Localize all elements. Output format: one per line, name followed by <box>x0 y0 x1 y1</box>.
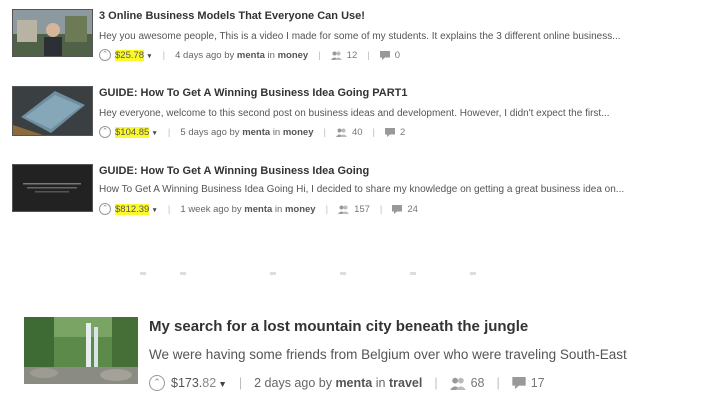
comments-number: 0 <box>394 49 401 61</box>
people-icon <box>338 205 350 214</box>
payout-value: $104.85 <box>115 126 150 138</box>
author-link[interactable]: menta <box>242 127 270 138</box>
divider: | <box>162 49 166 61</box>
divider: | <box>318 49 321 61</box>
thumbnail-image <box>13 10 92 56</box>
caret-down-icon[interactable]: ▼ <box>151 207 158 214</box>
comments-count[interactable]: 2 <box>385 127 405 138</box>
category-link[interactable]: money <box>285 204 316 215</box>
comment-icon <box>379 50 390 60</box>
divider: | <box>167 203 171 215</box>
post-item: GUIDE: How To Get A Winning Business Ide… <box>0 78 719 148</box>
in-label: in <box>272 126 281 138</box>
divider: | <box>379 203 383 215</box>
post-age: 2 days ago by <box>254 376 332 390</box>
post-thumbnail[interactable] <box>12 9 93 57</box>
comment-icon <box>512 377 526 389</box>
post-excerpt[interactable]: Hey you awesome people, This is a video … <box>99 31 689 42</box>
payout-whole: $173. <box>171 376 203 390</box>
divider: | <box>323 126 326 138</box>
voters-number: 68 <box>470 376 485 390</box>
post-excerpt[interactable]: How To Get A Winning Business Idea Going… <box>99 184 689 195</box>
category-link[interactable]: travel <box>389 376 422 390</box>
post-item: GUIDE: How To Get A Winning Business Ide… <box>0 156 719 226</box>
voters-number: 12 <box>346 49 358 61</box>
post-meta: ⌃ $25.78 ▼ | 4 days ago by menta in money… <box>99 48 400 62</box>
post-age: 5 days ago by <box>180 126 240 138</box>
payout-value: $25.78 <box>115 49 145 61</box>
payout[interactable]: $25.78 ▼ <box>115 49 153 61</box>
post-excerpt[interactable]: We were having some friends from Belgium… <box>149 347 719 362</box>
caret-down-icon[interactable]: ▼ <box>151 130 158 137</box>
divider: | <box>372 126 375 138</box>
comment-icon <box>385 127 395 137</box>
people-icon <box>449 377 466 390</box>
post-thumbnail[interactable] <box>24 317 138 384</box>
payout-value: $812.39 <box>115 203 150 215</box>
chevron-up-circle-icon[interactable]: ⌃ <box>99 203 111 215</box>
post-meta: ⌃ $104.85 ▼ | 5 days ago by menta in mone… <box>99 125 405 139</box>
comments-number: 2 <box>400 126 406 138</box>
chevron-up-circle-icon[interactable]: ⌃ <box>99 49 111 61</box>
divider: | <box>325 203 329 215</box>
comment-icon <box>392 204 403 214</box>
in-label: in <box>267 49 275 61</box>
thumbnail-image <box>24 317 138 384</box>
post-item: 3 Online Business Models That Everyone C… <box>0 0 719 70</box>
post-meta: ⌃ $173.82 ▼ | 2 days ago by menta in trav… <box>149 374 545 392</box>
comments-count[interactable]: 24 <box>392 204 418 215</box>
voters-number: 40 <box>351 126 363 138</box>
comments-number: 24 <box>407 203 418 215</box>
chevron-up-circle-icon[interactable]: ⌃ <box>149 375 165 391</box>
author-link[interactable]: menta <box>335 376 372 390</box>
payout[interactable]: $104.85 ▼ <box>115 126 158 138</box>
voters-number: 157 <box>354 203 370 215</box>
post-title[interactable]: GUIDE: How To Get A Winning Business Ide… <box>99 87 408 99</box>
author-link[interactable]: menta <box>244 204 272 215</box>
post-title[interactable]: GUIDE: How To Get A Winning Business Ide… <box>99 165 369 177</box>
people-icon <box>335 128 347 137</box>
post-age: 4 days ago by <box>175 49 235 61</box>
thumbnail-image <box>13 87 92 135</box>
people-icon <box>330 51 342 60</box>
caret-down-icon[interactable]: ▼ <box>218 379 227 389</box>
post-title[interactable]: 3 Online Business Models That Everyone C… <box>99 10 365 22</box>
voters-count[interactable]: 157 <box>338 204 370 215</box>
payout[interactable]: $173.82 ▼ <box>171 376 227 390</box>
voters-count[interactable]: 68 <box>449 376 485 390</box>
thumbnail-image <box>13 165 92 211</box>
divider: | <box>434 376 438 390</box>
author-link[interactable]: menta <box>237 50 265 61</box>
post-title[interactable]: My search for a lost mountain city benea… <box>149 318 528 335</box>
divider: | <box>238 376 243 390</box>
divider: | <box>367 49 370 61</box>
divider: | <box>167 126 171 138</box>
post-excerpt[interactable]: Hey everyone, welcome to this second pos… <box>99 108 689 119</box>
cropped-row-remnant <box>140 272 540 280</box>
category-link[interactable]: money <box>278 50 309 61</box>
comments-count[interactable]: 0 <box>379 49 401 61</box>
post-meta: ⌃ $812.39 ▼ | 1 week ago by menta in mone… <box>99 202 418 216</box>
category-link[interactable]: money <box>283 127 314 138</box>
post-thumbnail[interactable] <box>12 86 93 136</box>
in-label: in <box>274 203 283 215</box>
in-label: in <box>375 376 386 390</box>
post-thumbnail[interactable] <box>12 164 93 212</box>
payout-cents: 82 <box>202 376 217 390</box>
voters-count[interactable]: 12 <box>330 49 358 61</box>
caret-down-icon[interactable]: ▼ <box>146 53 153 60</box>
comments-count[interactable]: 17 <box>512 376 545 390</box>
voters-count[interactable]: 40 <box>335 126 363 138</box>
post-item: My search for a lost mountain city benea… <box>0 300 719 400</box>
payout[interactable]: $812.39 ▼ <box>115 203 158 215</box>
chevron-up-circle-icon[interactable]: ⌃ <box>99 126 111 138</box>
comments-number: 17 <box>530 376 545 390</box>
post-age: 1 week ago by <box>180 203 242 215</box>
divider: | <box>496 376 500 390</box>
